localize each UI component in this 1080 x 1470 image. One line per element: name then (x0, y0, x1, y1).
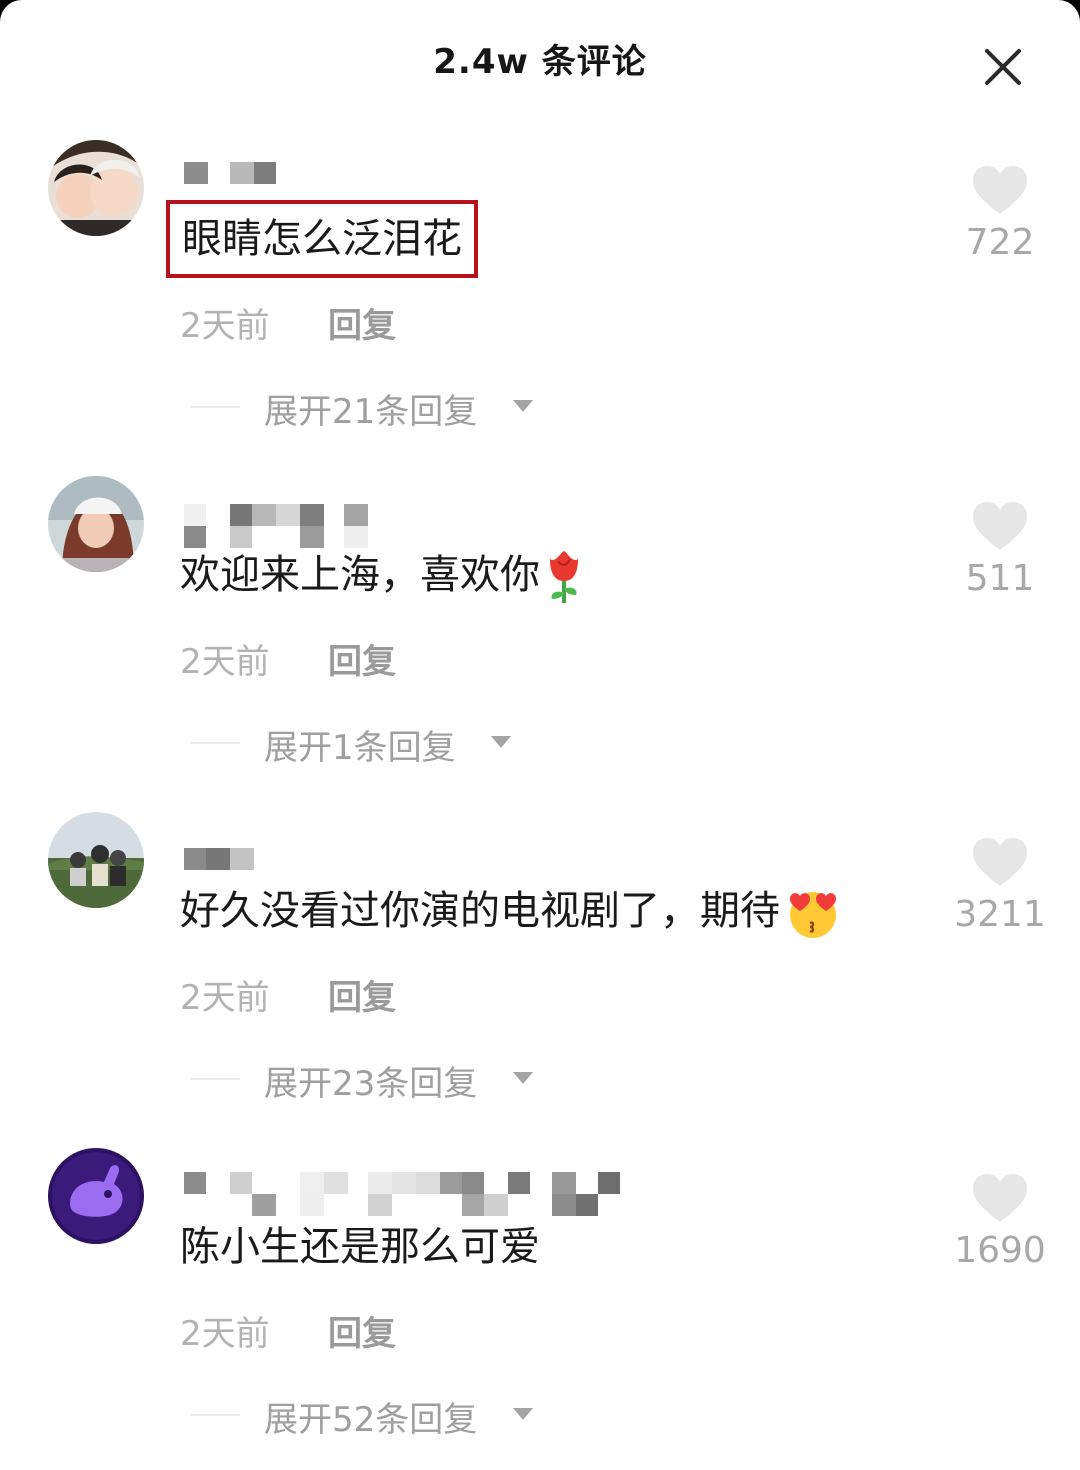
caret-down-icon (512, 398, 534, 414)
comments-count-title: 2.4w 条评论 (433, 42, 647, 82)
username-pixelated[interactable] (184, 496, 644, 548)
avatar[interactable] (48, 812, 144, 908)
reply-button[interactable]: 回复 (328, 970, 396, 1019)
close-icon (985, 49, 1021, 85)
rose-emoji (544, 549, 584, 605)
close-button[interactable] (980, 44, 1026, 90)
heart-icon (973, 502, 1027, 550)
avatar[interactable] (48, 476, 144, 572)
heart-icon (973, 838, 1027, 886)
like-button[interactable]: 1690 (950, 1172, 1050, 1271)
caret-down-icon (512, 1406, 534, 1422)
comment-item: 好久没看过你演的电视剧了，期待 3211 2天前 回复 展开23条回复 (0, 812, 1080, 1148)
comment-time: 2天前 (180, 306, 270, 346)
username-pixelated[interactable] (184, 160, 644, 208)
comment-time: 2天前 (180, 1314, 270, 1354)
like-count: 511 (965, 558, 1035, 599)
caret-down-icon (490, 734, 512, 750)
expand-replies-label: 展开1条回复 (264, 728, 456, 768)
reply-button[interactable]: 回复 (328, 634, 396, 683)
avatar[interactable] (48, 140, 144, 236)
divider-dash (190, 1078, 240, 1080)
username-pixelated[interactable] (184, 1168, 644, 1216)
comment-time: 2天前 (180, 642, 270, 682)
comment-text: 陈小生还是那么可爱 (180, 1224, 540, 1270)
like-count: 3211 (954, 894, 1046, 935)
like-count: 1690 (954, 1230, 1046, 1271)
heart-icon (973, 166, 1027, 214)
comment-text: 欢迎来上海，喜欢你 (180, 546, 584, 605)
comment-time: 2天前 (180, 978, 270, 1018)
heart-icon (973, 1174, 1027, 1222)
comment-item: 陈小生还是那么可爱 1690 2天前 回复 展开52条回复 (0, 1148, 1080, 1470)
comment-item: 欢迎来上海，喜欢你 511 2天前 回复 展开1条回复 (0, 476, 1080, 812)
reply-button[interactable]: 回复 (328, 298, 396, 347)
comment-text: 眼睛怎么泛泪花 (166, 200, 478, 278)
divider-dash (190, 406, 240, 408)
reply-button[interactable]: 回复 (328, 1306, 396, 1355)
comment-item: 眼睛怎么泛泪花 722 2天前 回复 展开21条回复 (0, 140, 1080, 476)
username-pixelated[interactable] (184, 832, 644, 880)
caret-down-icon (512, 1070, 534, 1086)
divider-dash (190, 1414, 240, 1416)
expand-replies-label: 展开52条回复 (264, 1400, 478, 1440)
comment-text: 好久没看过你演的电视剧了，期待 (180, 882, 842, 940)
expand-replies-label: 展开23条回复 (264, 1064, 478, 1104)
like-count: 722 (965, 222, 1035, 263)
like-button[interactable]: 511 (950, 500, 1050, 599)
divider-dash (190, 742, 240, 744)
heart-eyes-kiss-emoji (784, 887, 842, 939)
comments-sheet: 2.4w 条评论 眼睛怎么泛泪花 722 2天前 回复 展开21条回复 欢迎来上… (0, 0, 1080, 1470)
expand-replies-label: 展开21条回复 (264, 392, 478, 432)
like-button[interactable]: 722 (950, 164, 1050, 263)
like-button[interactable]: 3211 (950, 836, 1050, 935)
avatar[interactable] (48, 1148, 144, 1244)
